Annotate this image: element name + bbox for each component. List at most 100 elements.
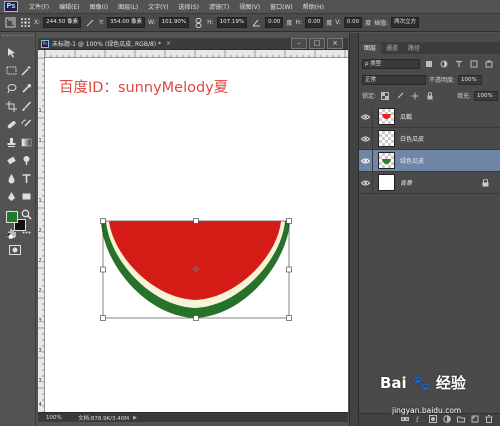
reference-point-icon[interactable] <box>19 17 31 29</box>
y-position-input[interactable]: 354.00 像素 <box>107 17 146 28</box>
menu-filter[interactable]: 滤镜(T) <box>204 2 234 11</box>
h-skew-input[interactable]: 0.00 <box>304 17 324 28</box>
layer-kind-filter-select[interactable]: ρ 类型 <box>362 58 420 69</box>
shape-tool-icon[interactable] <box>19 189 33 203</box>
blur-tool-icon[interactable] <box>4 171 18 185</box>
transform-handle[interactable] <box>100 315 106 321</box>
type-tool-icon[interactable] <box>19 171 33 185</box>
layer-row[interactable]: 瓜瓤 <box>359 105 500 128</box>
relative-position-icon[interactable] <box>84 17 96 29</box>
tab-channels[interactable]: 通道 <box>381 43 403 54</box>
layer-list: 瓜瓤 白色瓜皮 绿色瓜皮 背景 <box>359 105 500 194</box>
ruler-digit: 3 <box>39 348 42 354</box>
menu-edit[interactable]: 编辑(E) <box>54 2 84 11</box>
opacity-input[interactable]: 100% <box>458 74 483 85</box>
layer-row[interactable]: 白色瓜皮 <box>359 127 500 150</box>
default-colors-icon[interactable] <box>3 229 17 243</box>
layer-name[interactable]: 背景 <box>400 178 412 187</box>
crop-tool-icon[interactable] <box>4 99 18 113</box>
v-skew-input[interactable]: 0.00 <box>343 17 363 28</box>
blend-mode-select[interactable]: 正常 <box>362 74 426 85</box>
eraser-tool-icon[interactable] <box>4 153 18 167</box>
width-input[interactable]: 101.90% <box>158 17 190 28</box>
menu-select[interactable]: 选择(S) <box>173 2 204 11</box>
filter-type-icon[interactable] <box>453 58 465 70</box>
transform-handle[interactable] <box>100 218 106 224</box>
close-window-button[interactable]: × <box>327 38 343 49</box>
menu-image[interactable]: 图像(I) <box>85 2 113 11</box>
lock-transparent-icon[interactable] <box>379 90 391 102</box>
filter-smart-object-icon[interactable] <box>483 58 495 70</box>
quick-mask-icon[interactable] <box>8 243 22 257</box>
status-menu-arrow-icon[interactable]: ▶ <box>133 415 137 421</box>
eyedropper-tool-icon[interactable] <box>19 81 33 95</box>
link-icon[interactable] <box>192 17 204 29</box>
filter-pixel-icon[interactable] <box>423 58 435 70</box>
interpolation-select[interactable]: 两次立方 <box>391 17 420 28</box>
tab-paths[interactable]: 路径 <box>403 43 425 54</box>
minimize-window-button[interactable]: – <box>291 38 307 49</box>
visibility-eye-icon[interactable] <box>359 149 373 172</box>
vertical-ruler[interactable]: 1 1 1 2 2 2 3 3 3 4 <box>38 50 45 413</box>
layer-row-selected[interactable]: 绿色瓜皮 <box>359 149 500 172</box>
ruler-digit: 2 <box>39 258 42 264</box>
tool-preset-icon[interactable] <box>4 17 16 29</box>
x-position-input[interactable]: 244.50 像素 <box>43 17 82 28</box>
healing-brush-tool-icon[interactable] <box>4 117 18 131</box>
brush-tool-icon[interactable] <box>19 99 33 113</box>
zoom-level[interactable]: 100% <box>38 415 62 421</box>
transform-handle[interactable] <box>193 315 199 321</box>
menu-layer[interactable]: 图层(L) <box>113 2 143 11</box>
horizontal-ruler[interactable] <box>44 50 348 58</box>
layer-thumbnail[interactable] <box>378 130 395 147</box>
document-canvas[interactable]: 百度ID：sunnyMelody夏 <box>45 58 348 412</box>
menu-window[interactable]: 窗口(W) <box>265 2 298 11</box>
lock-all-icon[interactable] <box>424 90 436 102</box>
w-label: W: <box>148 19 156 26</box>
y-label: Y: <box>99 19 105 26</box>
interpolation-label: 插值: <box>374 20 389 27</box>
menu-file[interactable]: 文件(F) <box>24 2 54 11</box>
app-logo[interactable]: Ps <box>4 1 18 12</box>
filter-adjustment-icon[interactable] <box>438 58 450 70</box>
layer-name[interactable]: 瓜瓤 <box>400 112 412 121</box>
menu-type[interactable]: 文字(Y) <box>143 2 173 11</box>
pen-tool-icon[interactable] <box>4 189 18 203</box>
toolbox-grip[interactable] <box>2 35 34 39</box>
layer-name[interactable]: 白色瓜皮 <box>400 134 424 143</box>
maximize-window-button[interactable]: □ <box>309 38 325 49</box>
clone-stamp-tool-icon[interactable] <box>4 135 18 149</box>
magic-wand-tool-icon[interactable] <box>19 63 33 77</box>
layer-thumbnail[interactable] <box>378 108 395 125</box>
visibility-eye-icon[interactable] <box>359 105 373 128</box>
menu-help[interactable]: 帮助(H) <box>298 2 329 11</box>
height-input[interactable]: 107.19% <box>216 17 248 28</box>
transform-handle[interactable] <box>286 218 292 224</box>
fill-input[interactable]: 100% <box>474 90 498 101</box>
lock-position-icon[interactable] <box>409 90 421 102</box>
rotate-angle-input[interactable]: 0.00 <box>265 17 284 28</box>
move-tool-icon[interactable] <box>4 45 18 59</box>
gradient-tool-icon[interactable] <box>19 135 33 149</box>
marquee-tool-icon[interactable] <box>4 63 18 77</box>
document-tab-close-icon[interactable]: × <box>166 40 171 47</box>
filter-shape-icon[interactable] <box>468 58 480 70</box>
transform-handle[interactable] <box>193 218 199 224</box>
layer-thumbnail[interactable] <box>378 174 395 191</box>
transform-handle[interactable] <box>286 266 292 273</box>
lasso-tool-icon[interactable] <box>4 81 18 95</box>
layer-row[interactable]: 背景 <box>359 171 500 194</box>
ruler-digit: 2 <box>39 228 42 234</box>
history-brush-tool-icon[interactable] <box>19 117 33 131</box>
lock-pixels-icon[interactable] <box>394 90 406 102</box>
tab-layers[interactable]: 图层 <box>359 43 382 54</box>
layer-thumbnail[interactable] <box>378 152 395 169</box>
layer-name[interactable]: 绿色瓜皮 <box>400 156 424 165</box>
menu-view[interactable]: 视图(V) <box>234 2 265 11</box>
foreground-color-swatch[interactable] <box>6 211 18 223</box>
transform-handle[interactable] <box>286 315 292 321</box>
visibility-eye-icon[interactable] <box>359 171 373 194</box>
transform-handle[interactable] <box>100 266 106 273</box>
visibility-eye-icon[interactable] <box>359 127 373 150</box>
dodge-tool-icon[interactable] <box>19 153 33 167</box>
